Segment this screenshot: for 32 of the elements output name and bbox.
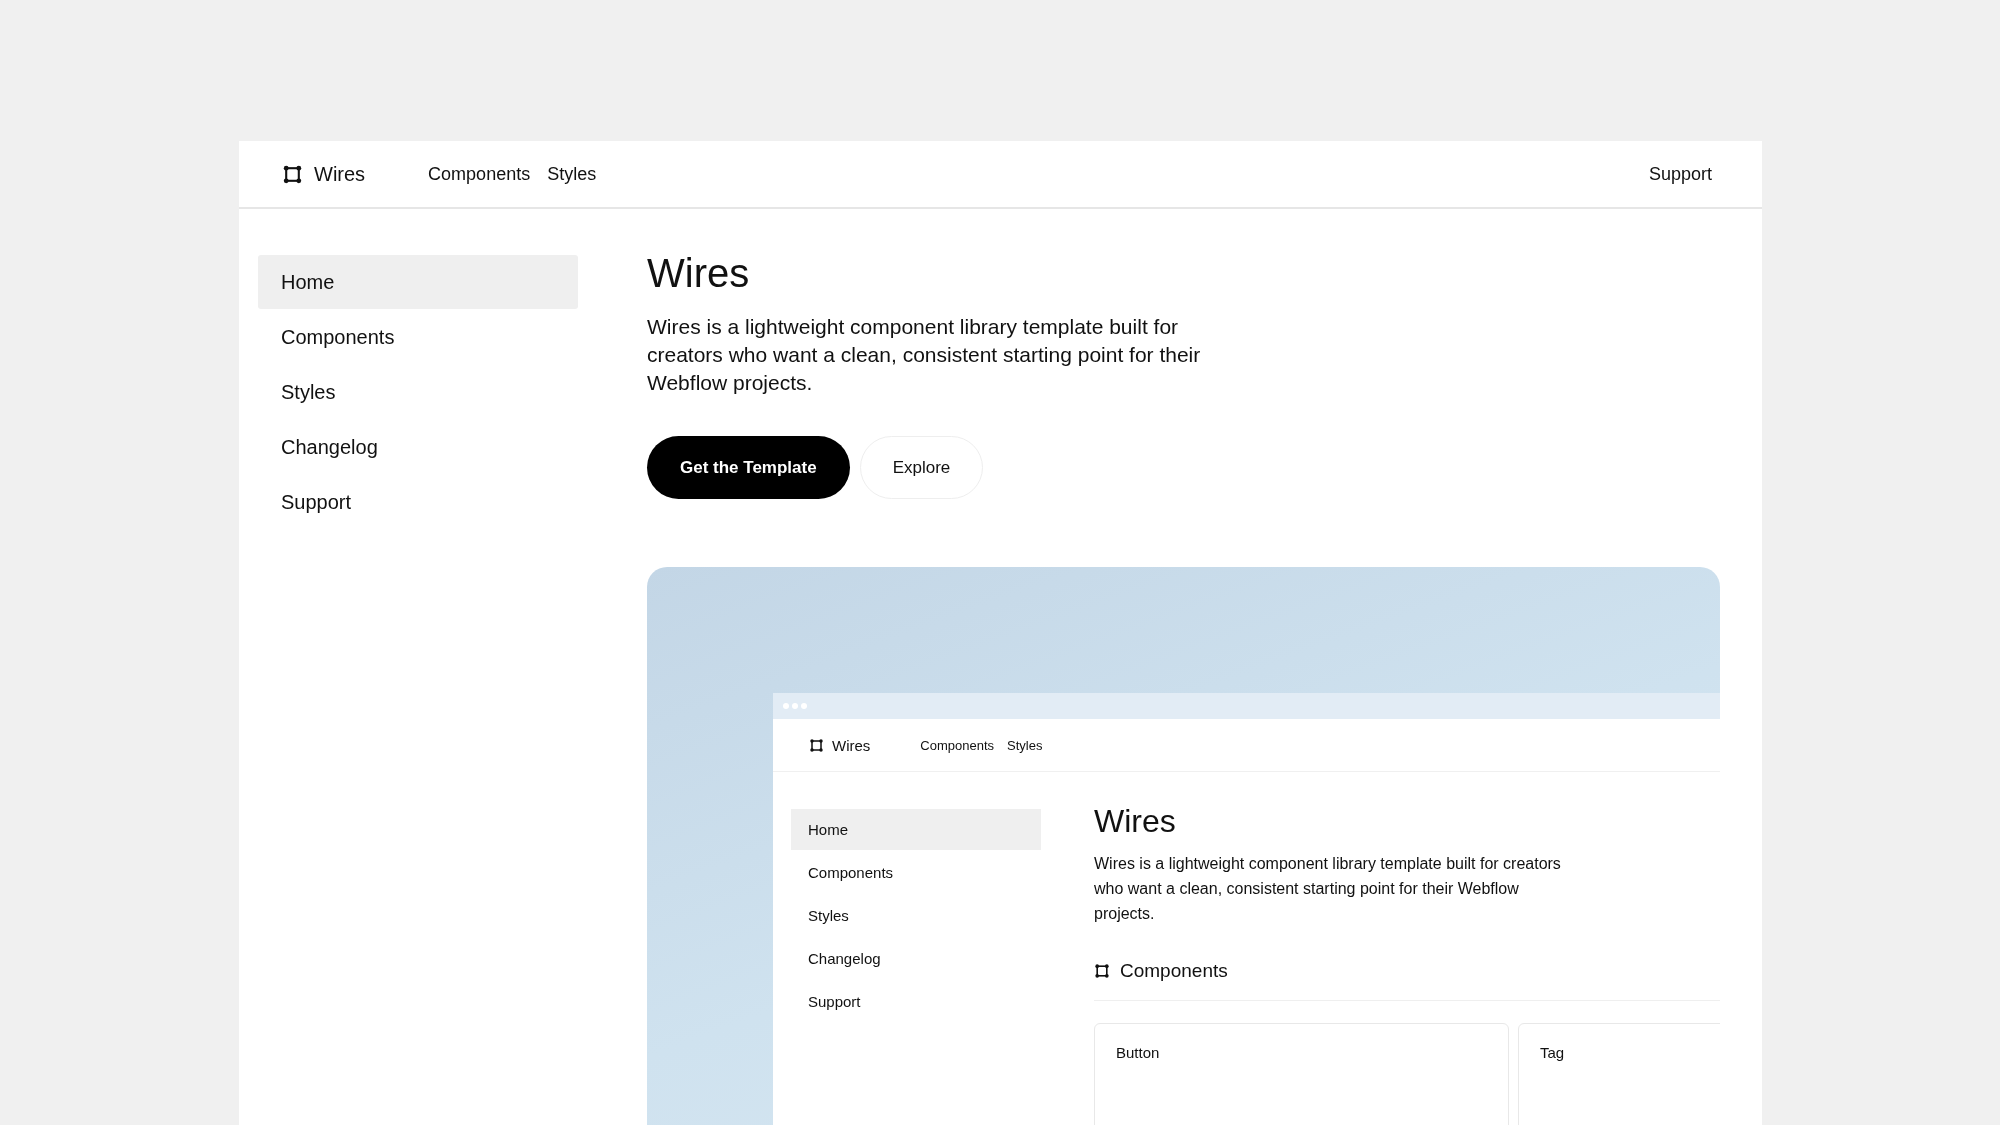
get-template-button[interactable]: Get the Template [647,436,850,499]
sidebar-item[interactable]: Support [791,981,1041,1022]
frame-icon [1094,963,1110,980]
support-link[interactable]: Support [1648,163,1712,185]
frame-icon [809,737,824,753]
description-text: Wires is a lightweight component library template built for creators who want a clean, consistent starting point for their Webflow projects. [647,314,1202,396]
sidebar-item[interactable]: Styles [258,365,578,419]
card-title: Button [1116,1044,1160,1062]
sidebar-item[interactable]: Changelog [791,938,1041,979]
nav-link[interactable]: Components [428,163,531,185]
sidebar-item[interactable]: Changelog [258,420,578,474]
section-heading: Components [1120,960,1228,983]
page-title: Wires [1094,804,1177,840]
description-text: Wires is a lightweight component library template built for creators who want a clean, consistent starting point for their Webflow projects. [1094,854,1562,925]
nav-link[interactable]: Styles [547,163,597,185]
brand-link[interactable]: Wires [282,162,366,186]
component-card[interactable]: Button [1094,1023,1509,1125]
sidebar-item[interactable]: Styles [791,895,1041,936]
sidebar-item[interactable]: Components [258,310,578,364]
sidebar-item[interactable]: Home [791,809,1041,850]
sidebar-item[interactable]: Home [258,255,578,309]
frame-icon [282,163,303,185]
sidebar-item[interactable]: Components [791,852,1041,893]
nav-link[interactable]: Components [920,737,995,753]
brand-link[interactable]: Wires [809,736,871,754]
card-title: Tag [1540,1044,1565,1062]
page-title: Wires [647,251,751,295]
nav-link[interactable]: Styles [1007,737,1043,753]
window-dots-icon [782,702,808,710]
explore-button[interactable]: Explore [859,436,984,499]
component-card[interactable]: Tag [1518,1023,1720,1125]
sidebar-item[interactable]: Support [258,475,578,529]
